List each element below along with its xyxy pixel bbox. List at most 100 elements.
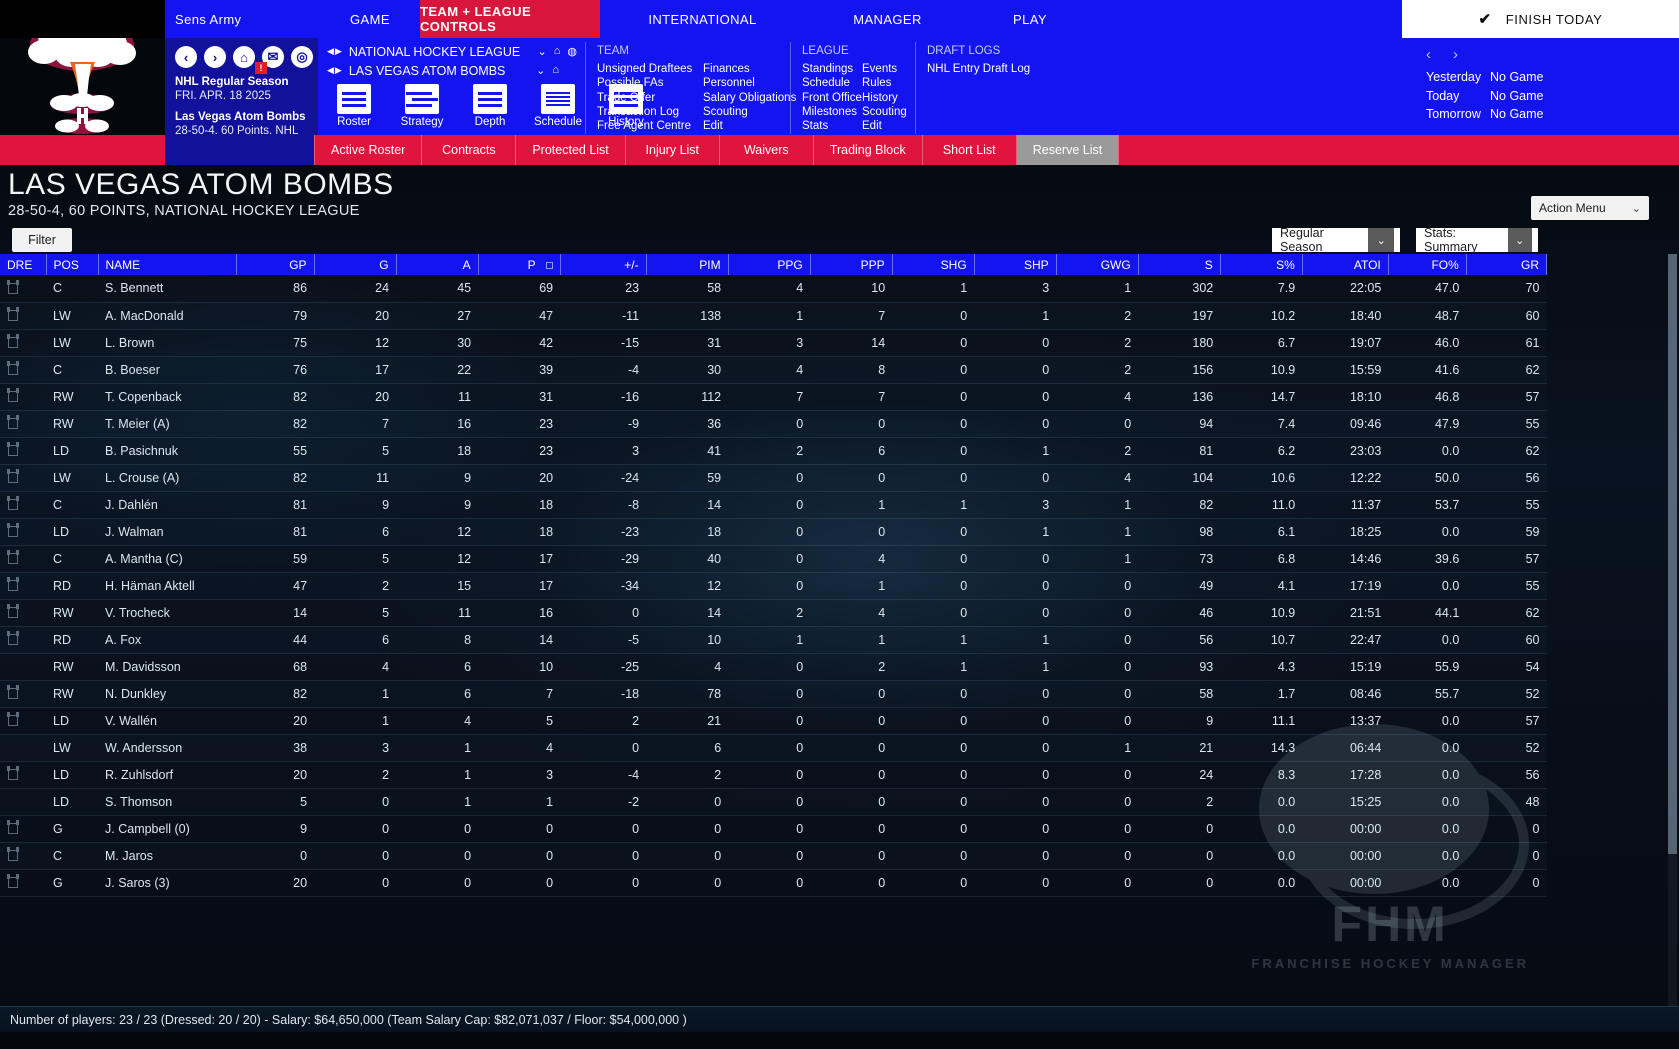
menu-link-salary-obligations[interactable]: Salary Obligations [703, 91, 803, 105]
quick-icon-schedule[interactable]: Schedule [531, 84, 585, 128]
season-select[interactable]: Regular Season ⌄ [1272, 226, 1400, 254]
team-home-icon[interactable]: ⌂ [552, 64, 559, 77]
tab-trading-block[interactable]: Trading Block [814, 135, 923, 165]
menu-item-international[interactable]: INTERNATIONAL [600, 0, 805, 38]
table-row[interactable]: LD S. Thomson 5 0 1 1 -2 0 0 0 0 0 0 2 0.0 15:25 0.0 48 [0, 788, 1547, 816]
menu-link-unsigned-draftees[interactable]: Unsigned Draftees [597, 62, 703, 76]
menu-link-history[interactable]: History [862, 91, 922, 105]
cell-dressed[interactable] [0, 653, 46, 681]
column-header-gwg[interactable]: GWG [1056, 254, 1139, 275]
table-row[interactable]: C S. Bennett 86 24 45 69 23 58 4 10 1 3 1 302 7.9 22:05… [0, 275, 1547, 303]
team-selector-row[interactable]: ◀▶ LAS VEGAS ATOM BOMBS ⌄ ⌂ [327, 61, 577, 80]
table-row[interactable]: LW L. Brown 75 12 30 42 -15 31 3 14 0 0 2 180 6.7 19:07… [0, 329, 1547, 357]
menu-link-stats[interactable]: Stats [802, 119, 862, 133]
menu-link-possible-fas[interactable]: Possible FAs [597, 76, 703, 90]
column-header-[interactable]: +/- [560, 254, 647, 275]
menu-link-events[interactable]: Events [862, 62, 922, 76]
league-chevron-down-icon[interactable]: ⌄ [538, 45, 547, 58]
column-header-fo[interactable]: FO% [1388, 254, 1467, 275]
menu-link-league-edit[interactable]: Edit [862, 119, 922, 133]
cell-dressed[interactable] [0, 410, 46, 438]
menu-link-nhl-entry-draft-log[interactable]: NHL Entry Draft Log [927, 62, 1030, 76]
cell-dressed[interactable] [0, 815, 46, 843]
column-header-s[interactable]: S [1138, 254, 1221, 275]
table-row[interactable]: C B. Boeser 76 17 22 39 -4 30 4 8 0 0 2 156 10.9 15:59 4… [0, 356, 1547, 384]
table-row[interactable]: LW W. Andersson 38 3 1 4 0 6 0 0 0 0 1 21 14.3 06:44 0.0… [0, 734, 1547, 762]
cell-dressed[interactable] [0, 383, 46, 411]
menu-link-free-agent-centre[interactable]: Free Agent Centre [597, 119, 703, 133]
column-header-a[interactable]: A [396, 254, 479, 275]
table-row[interactable]: LD B. Pasichnuk 55 5 18 23 3 41 2 6 0 1 2 81 6.2 23:03 0… [0, 437, 1547, 465]
column-header-atoi[interactable]: ATOI [1302, 254, 1389, 275]
column-header-pim[interactable]: PIM [646, 254, 729, 275]
table-row[interactable]: LW L. Crouse (A) 82 11 9 20 -24 59 0 0 0 0 4 104 10.6 1… [0, 464, 1547, 492]
tab-reserve-list[interactable]: Reserve List [1016, 135, 1120, 165]
cell-dressed[interactable] [0, 491, 46, 519]
menu-link-front-office[interactable]: Front Office [802, 91, 862, 105]
cell-dressed[interactable] [0, 626, 46, 654]
cell-dressed[interactable] [0, 572, 46, 600]
column-header-ppp[interactable]: PPP [810, 254, 893, 275]
menu-link-transaction-log[interactable]: Transaction Log [597, 105, 703, 119]
home-icon[interactable]: ⌂ [233, 46, 255, 68]
league-prev-next-icon[interactable]: ◀▶ [327, 46, 343, 57]
menu-item-play[interactable]: PLAY [970, 0, 1090, 38]
quick-icon-strategy[interactable]: Strategy [395, 84, 449, 128]
scrollbar-thumb[interactable] [1668, 254, 1677, 854]
column-header-s[interactable]: S% [1220, 254, 1303, 275]
cell-dressed[interactable] [0, 599, 46, 627]
column-header-pos[interactable]: POS [46, 254, 99, 275]
table-row[interactable]: RD A. Fox 44 6 8 14 -5 10 1 1 1 1 0 56 10.7 22:47 0.0 60 [0, 626, 1547, 654]
league-selector-row[interactable]: ◀▶ NATIONAL HOCKEY LEAGUE ⌄ ⌂ ◍ [327, 42, 577, 61]
chevron-right-icon[interactable]: › [1453, 46, 1458, 63]
cell-dressed[interactable] [0, 518, 46, 546]
filter-button[interactable]: Filter [12, 228, 72, 252]
tab-contracts[interactable]: Contracts [422, 135, 517, 165]
league-home-icon[interactable]: ⌂ [554, 45, 561, 58]
table-row[interactable]: LD R. Zuhlsdorf 20 2 1 3 -4 2 0 0 0 0 0 24 8.3 17:28 0.0… [0, 761, 1547, 789]
menu-link-league-scouting[interactable]: Scouting [862, 105, 922, 119]
cell-dressed[interactable] [0, 356, 46, 384]
cell-dressed[interactable] [0, 275, 46, 303]
cell-dressed[interactable] [0, 329, 46, 357]
menu-link-schedule[interactable]: Schedule [802, 76, 862, 90]
tab-waivers[interactable]: Waivers [720, 135, 814, 165]
table-row[interactable]: RD H. Häman Aktell 47 2 15 17 -34 12 0 1 0 0 0 49 4.1 1… [0, 572, 1547, 600]
team-prev-next-icon[interactable]: ◀▶ [327, 65, 343, 76]
team-chevron-down-icon[interactable]: ⌄ [536, 64, 545, 77]
table-row[interactable]: LD V. Wallén 20 1 4 5 2 21 0 0 0 0 0 9 11.1 13:37 0.0 57 [0, 707, 1547, 735]
column-header-p[interactable]: P [478, 254, 561, 275]
column-header-ppg[interactable]: PPG [728, 254, 811, 275]
table-row[interactable]: G J. Campbell (0) 9 0 0 0 0 0 0 0 0 0 0 0 0.0 00:00 0.0 0 [0, 815, 1547, 843]
cell-dressed[interactable] [0, 869, 46, 897]
tab-active-roster[interactable]: Active Roster [314, 135, 423, 165]
back-icon[interactable]: ‹ [175, 46, 197, 68]
column-header-shp[interactable]: SHP [974, 254, 1057, 275]
roster-table-container[interactable]: DRE POS NAME GP G A P +/- PIM PPG PPP SHG SHP GWG S S% A… [0, 254, 1679, 1010]
cell-dressed[interactable] [0, 734, 46, 762]
table-row[interactable]: RW T. Copenback 82 20 11 31 -16 112 7 7 0 0 4 136 14.7… [0, 383, 1547, 411]
table-row[interactable]: RW N. Dunkley 82 1 6 7 -18 78 0 0 0 0 0 58 1.7 08:46 55.… [0, 680, 1547, 708]
cell-dressed[interactable] [0, 761, 46, 789]
table-row[interactable]: G J. Saros (3) 20 0 0 0 0 0 0 0 0 0 0 0 0.0 00:00 0.0 0 [0, 869, 1547, 897]
table-row[interactable]: RW M. Davidsson 68 4 6 10 -25 4 0 2 1 1 0 93 4.3 15:19 5… [0, 653, 1547, 681]
column-header-g[interactable]: G [314, 254, 397, 275]
tab-injury-list[interactable]: Injury List [626, 135, 720, 165]
menu-item-manager[interactable]: MANAGER [805, 0, 970, 38]
menu-item-team-league-controls[interactable]: TEAM + LEAGUE CONTROLS [420, 0, 600, 38]
quick-icon-roster[interactable]: Roster [327, 84, 381, 128]
forward-icon[interactable]: › [204, 46, 226, 68]
cell-dressed[interactable] [0, 302, 46, 330]
quick-icon-depth[interactable]: Depth [463, 84, 517, 128]
menu-link-milestones[interactable]: Milestones [802, 105, 862, 119]
cell-dressed[interactable] [0, 680, 46, 708]
table-row[interactable]: LD J. Walman 81 6 12 18 -23 18 0 0 0 1 1 98 6.1 18:25 0.… [0, 518, 1547, 546]
table-row[interactable]: C M. Jaros 0 0 0 0 0 0 0 0 0 0 0 0 0.0 00:00 0.0 0 [0, 842, 1547, 870]
tab-protected-list[interactable]: Protected List [516, 135, 626, 165]
vertical-scrollbar[interactable] [1668, 254, 1677, 1010]
cell-dressed[interactable] [0, 545, 46, 573]
menu-link-standings[interactable]: Standings [802, 62, 862, 76]
cell-dressed[interactable] [0, 842, 46, 870]
column-header-dre[interactable]: DRE [0, 254, 47, 275]
menu-link-team-edit[interactable]: Edit [703, 119, 803, 133]
